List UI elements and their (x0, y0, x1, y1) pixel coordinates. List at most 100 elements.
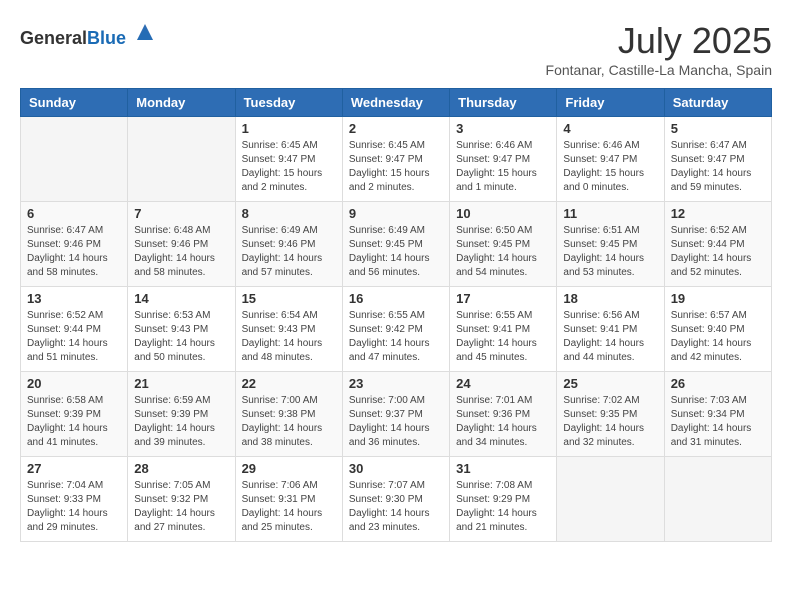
day-number: 30 (349, 461, 443, 476)
logo: GeneralBlue (20, 20, 157, 49)
day-info: Sunrise: 6:55 AMSunset: 9:41 PMDaylight:… (456, 309, 550, 365)
page-header: GeneralBlue July 2025 Fontanar, Castille… (20, 20, 772, 78)
title-section: July 2025 Fontanar, Castille-La Mancha, … (546, 20, 772, 78)
calendar-cell: 12 Sunrise: 6:52 AMSunset: 9:44 PMDayligh… (664, 202, 771, 287)
calendar-cell: 23 Sunrise: 7:00 AMSunset: 9:37 PMDayligh… (342, 372, 449, 457)
day-number: 28 (134, 461, 228, 476)
calendar-cell: 22 Sunrise: 7:00 AMSunset: 9:38 PMDayligh… (235, 372, 342, 457)
calendar-week-row: 13 Sunrise: 6:52 AMSunset: 9:44 PMDayligh… (21, 287, 772, 372)
day-number: 6 (27, 206, 121, 221)
calendar-cell: 8Sunrise: 6:49 AMSunset: 9:46 PMDaylight… (235, 202, 342, 287)
weekday-header: Tuesday (235, 89, 342, 117)
calendar-body: 1 Sunrise: 6:45 AMSunset: 9:47 PMDaylight… (21, 117, 772, 542)
day-info: Sunrise: 7:00 AMSunset: 9:37 PMDaylight:… (349, 394, 443, 450)
calendar-week-row: 27 Sunrise: 7:04 AMSunset: 9:33 PMDayligh… (21, 457, 772, 542)
weekday-header: Thursday (450, 89, 557, 117)
weekday-header: Sunday (21, 89, 128, 117)
calendar-cell: 5 Sunrise: 6:47 AMSunset: 9:47 PMDaylight… (664, 117, 771, 202)
day-info: Sunrise: 6:58 AMSunset: 9:39 PMDaylight:… (27, 394, 121, 450)
weekday-header: Friday (557, 89, 664, 117)
day-number: 25 (563, 376, 657, 391)
calendar-cell: 2Sunrise: 6:45 AMSunset: 9:47 PMDaylight… (342, 117, 449, 202)
month-title: July 2025 (546, 20, 772, 62)
calendar-cell (557, 457, 664, 542)
day-number: 5 (671, 121, 765, 136)
day-info: Sunrise: 7:03 AMSunset: 9:34 PMDaylight:… (671, 394, 765, 450)
day-info: Sunrise: 7:06 AMSunset: 9:31 PMDaylight:… (242, 479, 336, 535)
weekday-header: Saturday (664, 89, 771, 117)
day-number: 19 (671, 291, 765, 306)
weekday-row: SundayMondayTuesdayWednesdayThursdayFrid… (21, 89, 772, 117)
calendar-week-row: 1 Sunrise: 6:45 AMSunset: 9:47 PMDaylight… (21, 117, 772, 202)
day-number: 20 (27, 376, 121, 391)
day-number: 4 (563, 121, 657, 136)
calendar-table: SundayMondayTuesdayWednesdayThursdayFrid… (20, 88, 772, 542)
calendar-cell (128, 117, 235, 202)
weekday-header: Monday (128, 89, 235, 117)
day-number: 21 (134, 376, 228, 391)
calendar-cell: 21 Sunrise: 6:59 AMSunset: 9:39 PMDayligh… (128, 372, 235, 457)
day-info: Sunrise: 6:47 AMSunset: 9:47 PMDaylight:… (671, 139, 765, 195)
day-info: Sunrise: 6:59 AMSunset: 9:39 PMDaylight:… (134, 394, 228, 450)
calendar-cell: 19Sunrise: 6:57 AMSunset: 9:40 PMDayligh… (664, 287, 771, 372)
day-number: 2 (349, 121, 443, 136)
day-number: 17 (456, 291, 550, 306)
day-info: Sunrise: 6:52 AMSunset: 9:44 PMDaylight:… (671, 224, 765, 280)
calendar-cell: 31Sunrise: 7:08 AMSunset: 9:29 PMDayligh… (450, 457, 557, 542)
calendar-cell: 15Sunrise: 6:54 AMSunset: 9:43 PMDayligh… (235, 287, 342, 372)
day-info: Sunrise: 6:49 AMSunset: 9:45 PMDaylight:… (349, 224, 443, 280)
logo-general: GeneralBlue (20, 31, 131, 48)
day-info: Sunrise: 6:54 AMSunset: 9:43 PMDaylight:… (242, 309, 336, 365)
day-number: 7 (134, 206, 228, 221)
day-info: Sunrise: 6:49 AMSunset: 9:46 PMDaylight:… (242, 224, 336, 280)
logo-icon (133, 20, 157, 44)
day-info: Sunrise: 7:04 AMSunset: 9:33 PMDaylight:… (27, 479, 121, 535)
calendar-cell: 13 Sunrise: 6:52 AMSunset: 9:44 PMDayligh… (21, 287, 128, 372)
calendar-cell: 28 Sunrise: 7:05 AMSunset: 9:32 PMDayligh… (128, 457, 235, 542)
day-info: Sunrise: 6:52 AMSunset: 9:44 PMDaylight:… (27, 309, 121, 365)
calendar-header: SundayMondayTuesdayWednesdayThursdayFrid… (21, 89, 772, 117)
day-number: 10 (456, 206, 550, 221)
day-number: 22 (242, 376, 336, 391)
calendar-cell: 26Sunrise: 7:03 AMSunset: 9:34 PMDayligh… (664, 372, 771, 457)
day-number: 14 (134, 291, 228, 306)
day-info: Sunrise: 7:02 AMSunset: 9:35 PMDaylight:… (563, 394, 657, 450)
day-number: 12 (671, 206, 765, 221)
day-info: Sunrise: 6:51 AMSunset: 9:45 PMDaylight:… (563, 224, 657, 280)
calendar-week-row: 6 Sunrise: 6:47 AMSunset: 9:46 PMDaylight… (21, 202, 772, 287)
day-number: 11 (563, 206, 657, 221)
calendar-cell: 7 Sunrise: 6:48 AMSunset: 9:46 PMDaylight… (128, 202, 235, 287)
day-number: 27 (27, 461, 121, 476)
calendar-cell: 1 Sunrise: 6:45 AMSunset: 9:47 PMDaylight… (235, 117, 342, 202)
day-info: Sunrise: 6:56 AMSunset: 9:41 PMDaylight:… (563, 309, 657, 365)
day-info: Sunrise: 6:50 AMSunset: 9:45 PMDaylight:… (456, 224, 550, 280)
day-info: Sunrise: 6:46 AMSunset: 9:47 PMDaylight:… (456, 139, 550, 195)
weekday-header: Wednesday (342, 89, 449, 117)
calendar-cell: 6 Sunrise: 6:47 AMSunset: 9:46 PMDaylight… (21, 202, 128, 287)
day-info: Sunrise: 6:46 AMSunset: 9:47 PMDaylight:… (563, 139, 657, 195)
day-info: Sunrise: 6:53 AMSunset: 9:43 PMDaylight:… (134, 309, 228, 365)
calendar-cell: 16Sunrise: 6:55 AMSunset: 9:42 PMDayligh… (342, 287, 449, 372)
day-info: Sunrise: 6:55 AMSunset: 9:42 PMDaylight:… (349, 309, 443, 365)
day-info: Sunrise: 6:48 AMSunset: 9:46 PMDaylight:… (134, 224, 228, 280)
calendar-cell: 14 Sunrise: 6:53 AMSunset: 9:43 PMDayligh… (128, 287, 235, 372)
day-number: 29 (242, 461, 336, 476)
day-info: Sunrise: 6:47 AMSunset: 9:46 PMDaylight:… (27, 224, 121, 280)
day-info: Sunrise: 6:45 AMSunset: 9:47 PMDaylight:… (242, 139, 336, 195)
day-info: Sunrise: 7:00 AMSunset: 9:38 PMDaylight:… (242, 394, 336, 450)
day-number: 23 (349, 376, 443, 391)
day-number: 18 (563, 291, 657, 306)
day-info: Sunrise: 7:07 AMSunset: 9:30 PMDaylight:… (349, 479, 443, 535)
calendar-week-row: 20 Sunrise: 6:58 AMSunset: 9:39 PMDayligh… (21, 372, 772, 457)
day-info: Sunrise: 7:05 AMSunset: 9:32 PMDaylight:… (134, 479, 228, 535)
calendar-cell: 20 Sunrise: 6:58 AMSunset: 9:39 PMDayligh… (21, 372, 128, 457)
day-info: Sunrise: 7:01 AMSunset: 9:36 PMDaylight:… (456, 394, 550, 450)
day-number: 1 (242, 121, 336, 136)
calendar-cell: 11 Sunrise: 6:51 AMSunset: 9:45 PMDayligh… (557, 202, 664, 287)
day-number: 13 (27, 291, 121, 306)
calendar-cell: 9Sunrise: 6:49 AMSunset: 9:45 PMDaylight… (342, 202, 449, 287)
calendar-cell: 30 Sunrise: 7:07 AMSunset: 9:30 PMDayligh… (342, 457, 449, 542)
day-number: 24 (456, 376, 550, 391)
day-number: 31 (456, 461, 550, 476)
calendar-cell (21, 117, 128, 202)
